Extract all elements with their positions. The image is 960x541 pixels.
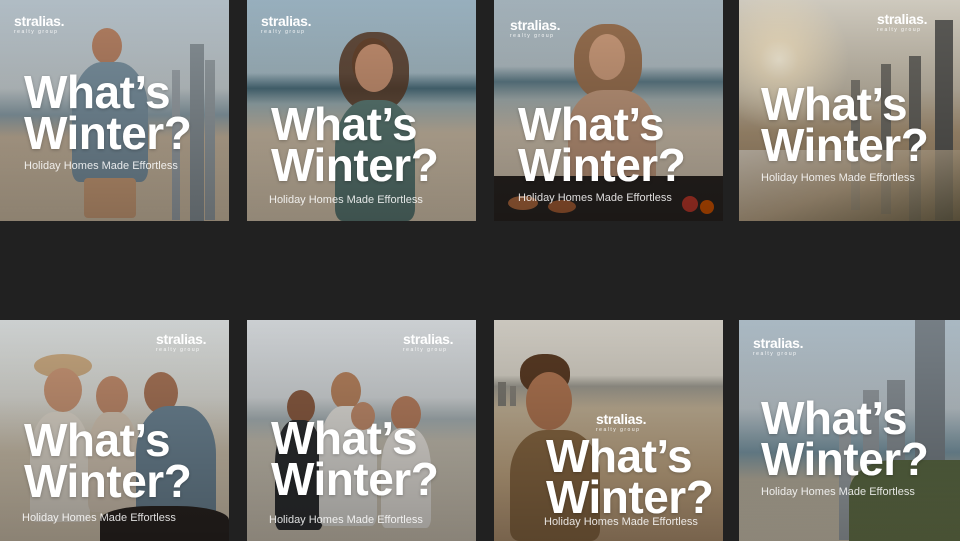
ad-tile-2[interactable]: stralias. realty group What’s Winter? Holi… [247, 0, 476, 221]
brand-logo: stralias. realty group [156, 331, 207, 353]
tagline: Holiday Homes Made Effortless [761, 172, 915, 184]
ad-tile-1[interactable]: stralias. realty group What’s Winter? Holi… [0, 0, 229, 221]
ad-tile-4[interactable]: stralias. realty group What’s Winter? Holi… [739, 0, 960, 221]
brand-logo: stralias. realty group [261, 13, 312, 35]
brand-logo: stralias. realty group [403, 331, 454, 353]
brand-logo: stralias. realty group [753, 335, 804, 357]
ad-tile-5[interactable]: stralias. realty group What’s Winter? Holi… [0, 320, 229, 541]
ad-tile-6[interactable]: stralias. realty group What’s Winter? Holi… [247, 320, 476, 541]
tagline: Holiday Homes Made Effortless [544, 516, 698, 528]
tagline: Holiday Homes Made Effortless [269, 194, 423, 206]
ad-tile-3[interactable]: stralias. realty group What’s Winter? Holi… [494, 0, 723, 221]
headline: What’s Winter? [24, 66, 192, 159]
brand-logo: stralias. realty group [510, 17, 561, 39]
headline: What’s Winter? [546, 430, 714, 523]
headline: What’s Winter? [24, 414, 192, 507]
headline: What’s Winter? [271, 98, 439, 191]
tagline: Holiday Homes Made Effortless [269, 514, 423, 526]
brand-logo: stralias. realty group [877, 11, 928, 33]
tagline: Holiday Homes Made Effortless [761, 486, 915, 498]
brand-logo: stralias. realty group [14, 13, 65, 35]
headline: What’s Winter? [518, 98, 686, 191]
headline: What’s Winter? [761, 392, 929, 485]
ad-tile-8[interactable]: stralias. realty group What’s Winter? Holi… [739, 320, 960, 541]
tagline: Holiday Homes Made Effortless [518, 192, 672, 204]
headline: What’s Winter? [761, 78, 929, 171]
tagline: Holiday Homes Made Effortless [22, 512, 176, 524]
ad-tile-7[interactable]: stralias. realty group What’s Winter? Holi… [494, 320, 723, 541]
tagline: Holiday Homes Made Effortless [24, 160, 178, 172]
headline: What’s Winter? [271, 412, 439, 505]
